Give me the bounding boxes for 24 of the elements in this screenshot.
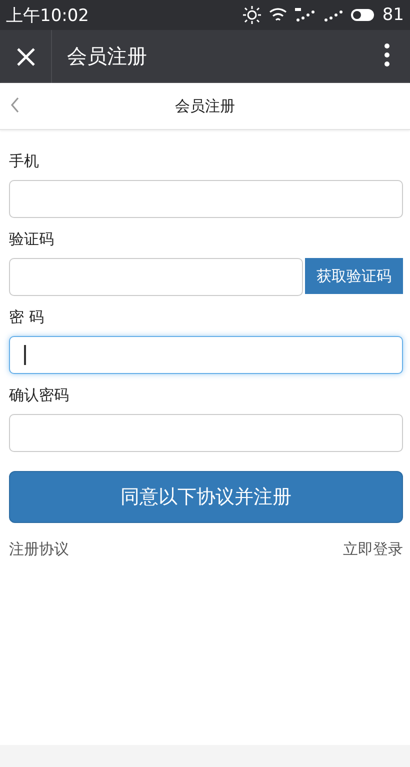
input-field[interactable] — [9, 258, 303, 296]
text-link[interactable]: 注册协议 — [9, 540, 69, 559]
page-title: 会员注册 — [175, 96, 235, 116]
battery-level: 81 — [382, 5, 404, 25]
field-label: 验证码 — [9, 229, 54, 250]
field-label: 手机 — [9, 151, 39, 172]
app-title: 会员注册 — [67, 43, 148, 70]
field-label: 密 码 — [9, 307, 44, 328]
wifi-icon — [268, 7, 288, 23]
input-field[interactable] — [9, 180, 403, 218]
close-icon — [16, 46, 36, 66]
brightness-icon — [242, 6, 262, 24]
text-cursor — [24, 345, 26, 365]
battery-icon — [350, 8, 376, 22]
field-label: 确认密码 — [9, 385, 69, 406]
signal-icon — [294, 7, 316, 23]
status-time: 上午10:02 — [6, 4, 90, 26]
back-icon — [10, 97, 20, 113]
register-button[interactable]: 同意以下协议并注册 — [9, 471, 403, 523]
text-link[interactable]: 立即登录 — [343, 540, 403, 559]
input-field[interactable] — [9, 414, 403, 452]
more-icon — [384, 43, 390, 67]
input-field[interactable] — [9, 336, 403, 374]
get-code-button[interactable]: 获取验证码 — [305, 258, 403, 294]
